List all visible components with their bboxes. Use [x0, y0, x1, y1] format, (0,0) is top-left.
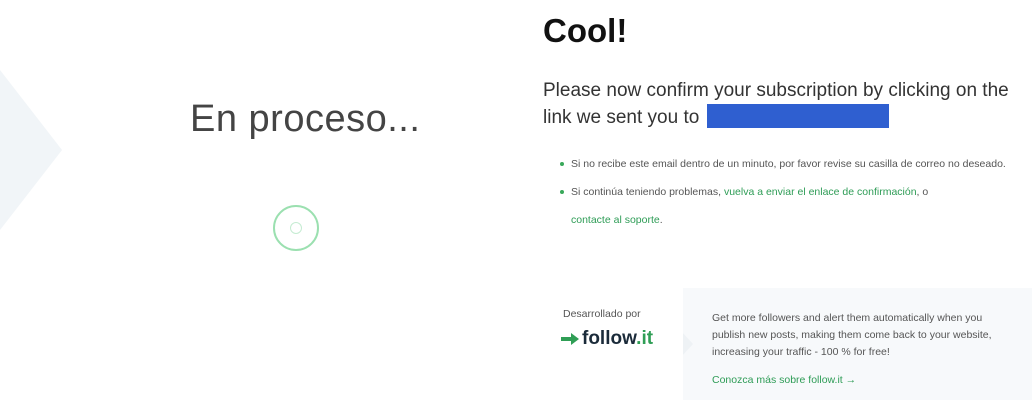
bullet-icon — [560, 190, 564, 194]
note-text: Si no recibe este email dentro de un min… — [571, 158, 1006, 170]
redacted-email — [706, 104, 889, 128]
note-item-spam: Si no recibe este email dentro de un min… — [560, 150, 1025, 178]
note-item-problems: Si continúa teniendo problemas, vuelva a… — [560, 178, 1025, 234]
follow-it-arrow-icon — [561, 333, 579, 345]
processing-title: En proceso... — [190, 98, 421, 140]
follow-it-logo[interactable]: follow.it — [561, 328, 653, 350]
contact-support-link[interactable]: contacte al soporte — [571, 214, 660, 226]
resend-confirmation-link[interactable]: vuelva a enviar el enlace de confirmació… — [724, 186, 917, 198]
spinner-inner-ring — [290, 222, 302, 234]
footer-banner: Desarrollado por follow.it Get more foll… — [541, 288, 1032, 400]
spinner-icon — [273, 205, 319, 251]
branding-card: Desarrollado por follow.it — [541, 288, 683, 400]
note-middle: , o — [916, 186, 929, 198]
brand-name: follow.it — [582, 328, 653, 350]
help-notes: Si no recibe este email dentro de un min… — [560, 150, 1025, 234]
confirm-message: Please now confirm your subscription by … — [543, 78, 1013, 131]
promo-text: Get more followers and alert them automa… — [712, 312, 992, 358]
note-prefix: Si continúa teniendo problemas, — [571, 186, 724, 198]
bullet-icon — [560, 162, 564, 166]
developed-by-label: Desarrollado por — [563, 308, 641, 320]
brand-name-main: follow — [582, 328, 637, 349]
brand-name-suffix: .it — [636, 328, 654, 349]
learn-more-link[interactable]: Conozca más sobre follow.it → — [712, 374, 856, 386]
note-suffix: . — [659, 214, 663, 226]
page-heading: Cool! — [543, 12, 628, 49]
background-shape — [0, 70, 62, 230]
